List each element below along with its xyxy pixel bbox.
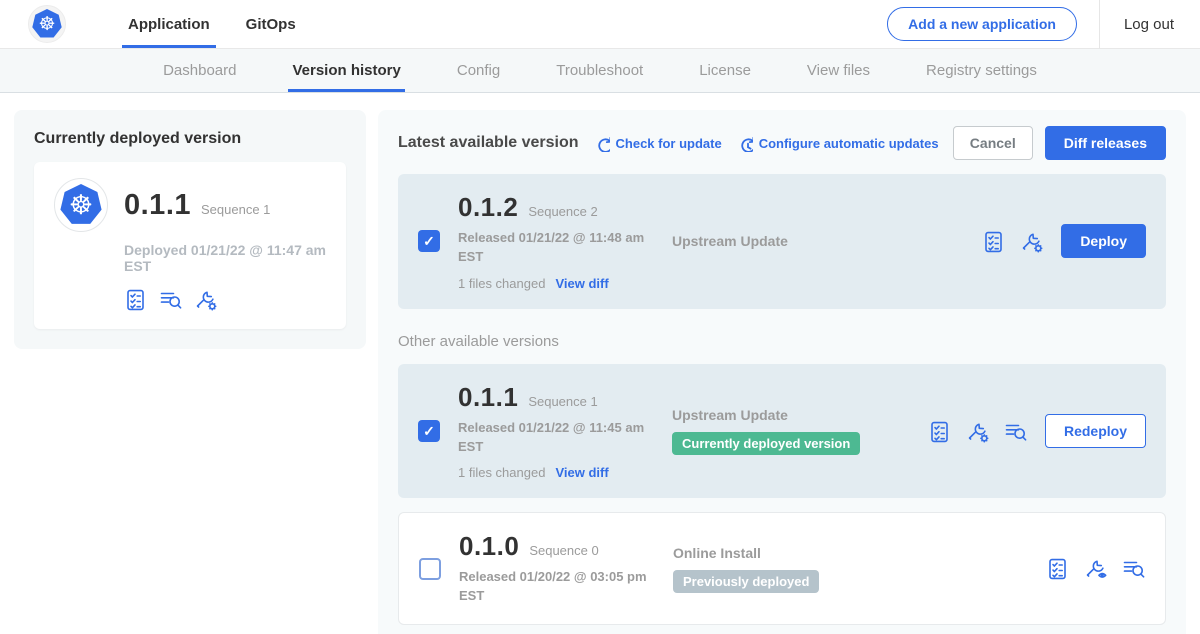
refresh-icon <box>593 135 610 152</box>
main-content: Currently deployed version ☸ 0.1.1 Seque… <box>0 93 1200 634</box>
version-row-0-1-0: 0.1.0 Sequence 0 Released 01/20/22 @ 03:… <box>398 512 1166 625</box>
view-diff-link[interactable]: View diff <box>555 276 608 291</box>
version-source-label: Upstream Update <box>672 407 928 423</box>
subnav-tab-version-history[interactable]: Version history <box>292 49 400 92</box>
deploy-logs-icon[interactable] <box>1122 557 1145 580</box>
sequence-label: Sequence 0 <box>529 543 598 558</box>
top-navbar: ☸ Application GitOps Add a new applicati… <box>0 0 1200 49</box>
currently-deployed-title: Currently deployed version <box>34 130 346 148</box>
app-subnav: Dashboard Version history Config Trouble… <box>0 49 1200 93</box>
released-timestamp: Released 01/21/22 @ 11:45 am EST <box>458 419 650 457</box>
currently-deployed-badge: Currently deployed version <box>672 432 860 455</box>
subnav-tab-dashboard[interactable]: Dashboard <box>163 49 236 92</box>
subnav-tab-view-files[interactable]: View files <box>807 49 870 92</box>
edit-config-icon[interactable] <box>1020 230 1043 253</box>
view-diff-link[interactable]: View diff <box>555 465 608 480</box>
files-changed-label: 1 files changed <box>458 276 545 291</box>
preflight-checks-icon[interactable] <box>928 420 951 443</box>
deployed-sequence-label: Sequence 1 <box>201 202 270 217</box>
tab-gitops[interactable]: GitOps <box>228 0 314 48</box>
configure-automatic-updates-link[interactable]: Configure automatic updates <box>736 135 939 152</box>
app-version-icon: ☸ <box>54 178 108 232</box>
released-timestamp: Released 01/21/22 @ 11:48 am EST <box>458 229 650 267</box>
edit-config-icon[interactable] <box>966 420 989 443</box>
subnav-tab-license[interactable]: License <box>699 49 751 92</box>
top-nav-tabs: Application GitOps <box>110 0 314 48</box>
preflight-checks-icon[interactable] <box>124 288 147 311</box>
check-for-update-link[interactable]: Check for update <box>593 135 722 152</box>
cancel-button[interactable]: Cancel <box>953 126 1033 160</box>
edit-config-icon[interactable] <box>194 288 217 311</box>
version-number: 0.1.1 <box>458 382 518 413</box>
files-changed-label: 1 files changed <box>458 465 545 480</box>
subnav-tab-config[interactable]: Config <box>457 49 500 92</box>
auto-update-clock-icon <box>736 135 753 152</box>
sequence-label: Sequence 2 <box>528 204 597 219</box>
redeploy-button[interactable]: Redeploy <box>1045 414 1146 448</box>
subnav-tab-troubleshoot[interactable]: Troubleshoot <box>556 49 643 92</box>
previously-deployed-badge: Previously deployed <box>673 570 819 593</box>
deploy-logs-icon[interactable] <box>1004 420 1027 443</box>
sequence-label: Sequence 1 <box>528 394 597 409</box>
version-source-label: Upstream Update <box>672 233 928 249</box>
kubernetes-logo-icon: ☸ <box>28 5 66 43</box>
logout-button[interactable]: Log out <box>1099 0 1200 49</box>
version-number: 0.1.0 <box>459 531 519 562</box>
app-logo: ☸ <box>0 0 110 48</box>
version-history-panel: Latest available version Check for updat… <box>378 110 1186 634</box>
preflight-checks-icon[interactable] <box>1046 557 1069 580</box>
currently-deployed-card: Currently deployed version ☸ 0.1.1 Seque… <box>14 110 366 349</box>
top-nav-right: Add a new application Log out <box>887 0 1200 48</box>
preflight-checks-icon[interactable] <box>982 230 1005 253</box>
diff-releases-button[interactable]: Diff releases <box>1045 126 1166 160</box>
subnav-tab-registry-settings[interactable]: Registry settings <box>926 49 1037 92</box>
deployed-version-card: ☸ 0.1.1 Sequence 1 Deployed 01/21/22 @ 1… <box>34 162 346 329</box>
released-timestamp: Released 01/20/22 @ 03:05 pm EST <box>459 568 651 606</box>
version-checkbox[interactable]: ✓ <box>418 420 440 442</box>
deploy-button[interactable]: Deploy <box>1061 224 1146 258</box>
version-source-label: Online Install <box>673 545 929 561</box>
deployed-timestamp: Deployed 01/21/22 @ 11:47 am EST <box>124 242 326 274</box>
other-available-versions-heading: Other available versions <box>398 333 1166 350</box>
deploy-logs-icon[interactable] <box>159 288 182 311</box>
version-checkbox[interactable]: ✓ <box>418 230 440 252</box>
version-checkbox[interactable] <box>419 558 441 580</box>
version-row-0-1-1: ✓ 0.1.1 Sequence 1 Released 01/21/22 @ 1… <box>398 364 1166 499</box>
version-row-0-1-2: ✓ 0.1.2 Sequence 2 Released 01/21/22 @ 1… <box>398 174 1166 309</box>
deployed-version-number: 0.1.1 <box>124 189 191 222</box>
latest-available-header: Latest available version Check for updat… <box>398 126 1166 160</box>
tab-application[interactable]: Application <box>110 0 228 48</box>
view-config-icon[interactable] <box>1084 557 1107 580</box>
add-new-application-button[interactable]: Add a new application <box>887 7 1077 41</box>
latest-available-title: Latest available version <box>398 134 579 152</box>
version-number: 0.1.2 <box>458 192 518 223</box>
